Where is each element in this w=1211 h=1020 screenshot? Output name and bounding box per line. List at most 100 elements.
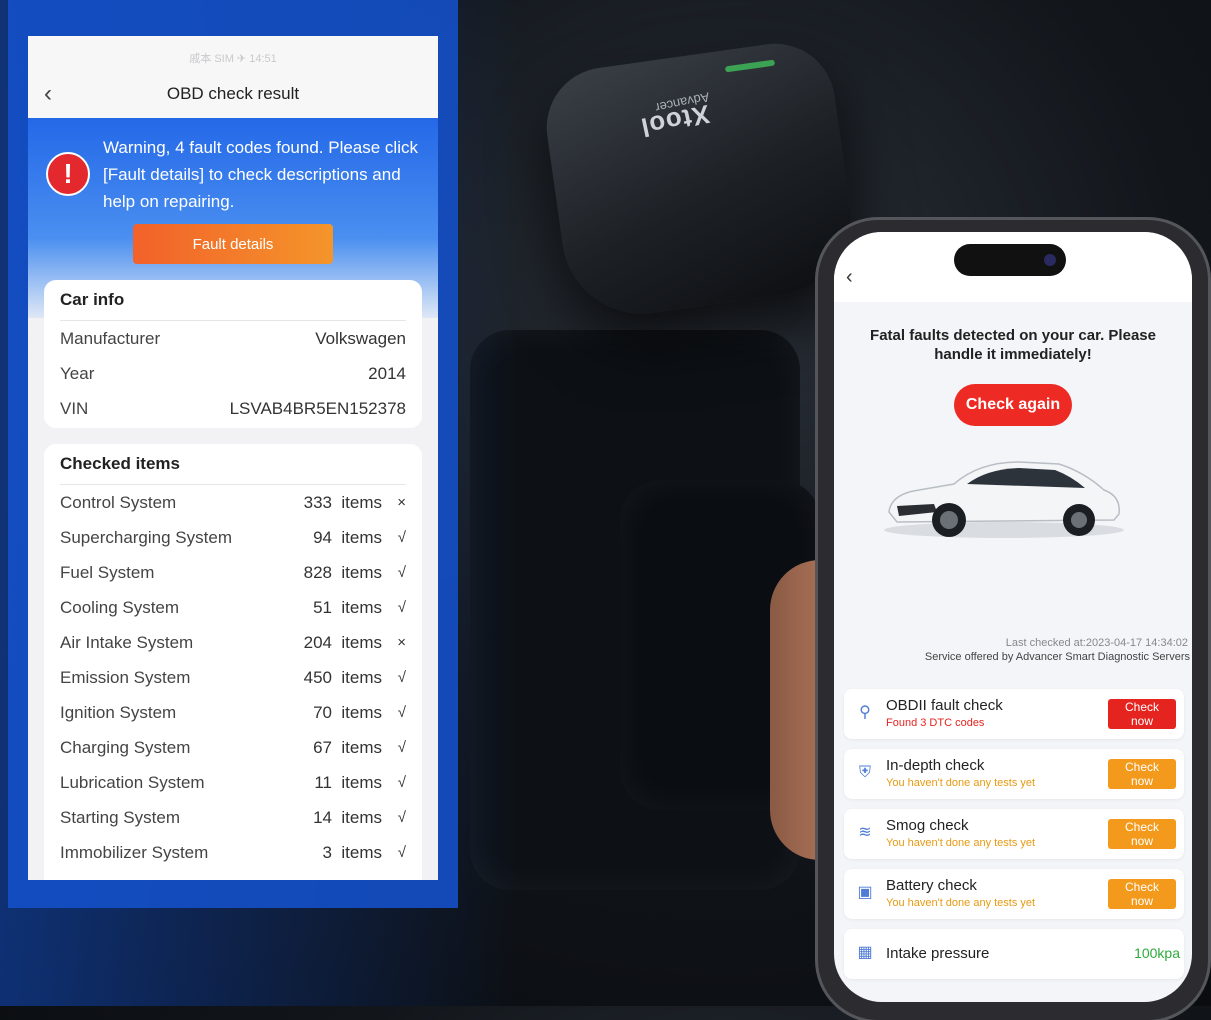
info-value: Volkswagen <box>315 329 406 348</box>
item-count: 14 <box>313 808 332 827</box>
info-label: Year <box>60 364 95 383</box>
info-value: LSVAB4BR5EN152378 <box>229 399 406 418</box>
warning-text: Warning, 4 fault codes found. Please cli… <box>103 138 418 211</box>
obdii-fault-check-card[interactable]: ⚲ OBDII fault check Found 3 DTC codes Ch… <box>844 689 1184 739</box>
info-row-year: Year 2014 <box>60 356 406 391</box>
obd-device <box>539 36 861 324</box>
check-title: Smog check <box>886 817 969 834</box>
back-icon[interactable]: ‹ <box>44 76 52 112</box>
last-checked-text: Last checked at:2023-04-17 14:34:02 <box>1005 637 1188 649</box>
right-app-screen: ‹ Fatal faults detected on your car. Ple… <box>834 232 1192 1002</box>
car-image <box>884 461 1124 538</box>
check-title: In-depth check <box>886 757 985 774</box>
item-count: 204 <box>303 633 332 652</box>
item-name: Lubrication System <box>60 773 205 792</box>
fault-details-button[interactable]: Fault details <box>133 224 333 264</box>
checked-item-row[interactable]: Fuel System 828 items √ <box>60 555 406 590</box>
checked-item-row[interactable]: Supercharging System 94 items √ <box>60 520 406 555</box>
check-icon: √ <box>397 669 406 686</box>
check-icon: √ <box>397 599 406 616</box>
shield-icon: ⛨ <box>858 764 871 781</box>
item-name: Charging System <box>60 738 191 757</box>
page-title: OBD check result <box>166 84 300 103</box>
smog-check-card[interactable]: ≋ Smog check You haven't done any tests … <box>844 809 1184 859</box>
item-unit: items <box>341 563 382 582</box>
check-subtitle: You haven't done any tests yet <box>886 777 1036 789</box>
battery-check-card[interactable]: ▣ Battery check You haven't done any tes… <box>844 869 1184 919</box>
checked-item-row[interactable]: Emission System 450 items √ <box>60 660 406 695</box>
fatal-alert-text: Fatal faults detected on your car. Pleas… <box>870 327 1156 363</box>
check-now-button[interactable]: Check now <box>1108 699 1176 729</box>
checked-item-row[interactable]: Control System 333 items × <box>60 485 406 520</box>
item-count: 11 <box>314 773 332 792</box>
info-row-vin: VIN LSVAB4BR5EN152378 <box>60 391 406 426</box>
item-count: 333 <box>303 493 332 512</box>
check-subtitle: You haven't done any tests yet <box>886 837 1036 849</box>
camera-icon <box>1044 254 1056 266</box>
check-again-button[interactable]: Check again <box>954 384 1072 426</box>
item-unit: items <box>341 633 382 652</box>
check-title: Intake pressure <box>886 945 990 962</box>
checked-item-row[interactable]: Immobilizer System 3 items √ <box>60 835 406 870</box>
battery-icon: ▣ <box>857 884 873 901</box>
gauge-icon: ▦ <box>857 944 873 961</box>
item-name: Emission System <box>60 668 191 687</box>
in-depth-check-card[interactable]: ⛨ In-depth check You haven't done any te… <box>844 749 1184 799</box>
checked-item-row[interactable]: Ignition System 70 items √ <box>60 695 406 730</box>
checked-items-title: Checked items <box>60 444 406 485</box>
check-now-button[interactable]: Check now <box>1108 759 1176 789</box>
item-unit: items <box>341 738 382 757</box>
item-unit: items <box>341 808 382 827</box>
car-info-card: Car info Manufacturer Volkswagen Year 20… <box>44 280 422 428</box>
dynamic-island <box>954 244 1066 276</box>
check-subtitle: You haven't done any tests yet <box>886 897 1036 909</box>
info-value: 2014 <box>368 364 406 383</box>
exclamation-circle-icon: ! <box>46 152 90 196</box>
item-count: 828 <box>303 563 332 582</box>
chevron-left-icon[interactable]: ‹ <box>846 266 853 289</box>
left-app-screen: 戚本 SIM ✈ 14:51 ‹ OBD check result ! Warn… <box>28 36 438 880</box>
check-icon: √ <box>397 704 406 721</box>
item-count: 67 <box>313 738 332 757</box>
item-name: Air Intake System <box>60 633 194 652</box>
cross-icon: × <box>397 494 406 511</box>
check-subtitle: Found 3 DTC codes <box>886 717 985 729</box>
item-unit: items <box>341 668 382 687</box>
check-icon: √ <box>397 739 406 756</box>
item-unit: items <box>341 703 382 722</box>
item-count: 94 <box>313 528 332 547</box>
checked-item-row[interactable]: Lubrication System 11 items √ <box>60 765 406 800</box>
item-name: Starting System <box>60 808 180 827</box>
item-count: 450 <box>303 668 332 687</box>
item-unit: items <box>341 773 382 792</box>
item-name: Fuel System <box>60 563 155 582</box>
check-now-button[interactable]: Check now <box>1108 819 1176 849</box>
intake-pressure-value: 100kpa <box>1134 945 1180 961</box>
item-count: 51 <box>313 598 332 617</box>
checked-item-row[interactable]: Starting System 14 items √ <box>60 800 406 835</box>
search-icon: ⚲ <box>859 704 871 721</box>
item-name: Supercharging System <box>60 528 232 547</box>
item-unit: items <box>341 598 382 617</box>
intake-pressure-card[interactable]: ▦ Intake pressure 100kpa <box>844 929 1184 979</box>
check-icon: √ <box>397 774 406 791</box>
app-header: ‹ <box>834 232 1192 302</box>
car-info-title: Car info <box>60 280 406 321</box>
check-icon: √ <box>397 529 406 546</box>
checked-item-row[interactable]: Cooling System 51 items √ <box>60 590 406 625</box>
check-now-button[interactable]: Check now <box>1108 879 1176 909</box>
check-icon: √ <box>397 844 406 861</box>
item-name: Ignition System <box>60 703 177 722</box>
item-count: 70 <box>313 703 332 722</box>
check-title: OBDII fault check <box>886 697 1003 714</box>
smog-icon: ≋ <box>858 824 872 841</box>
item-name: Control System <box>60 493 177 512</box>
checked-item-row[interactable]: Charging System 67 items √ <box>60 730 406 765</box>
info-row-manufacturer: Manufacturer Volkswagen <box>60 321 406 356</box>
checked-items-card: Checked items Control System 333 items × Su… <box>44 444 422 880</box>
item-count: 3 <box>322 843 332 862</box>
item-name: Cooling System <box>60 598 180 617</box>
checked-item-row[interactable]: Air Intake System 204 items × <box>60 625 406 660</box>
item-unit: items <box>341 528 382 547</box>
cross-icon: × <box>397 634 406 651</box>
